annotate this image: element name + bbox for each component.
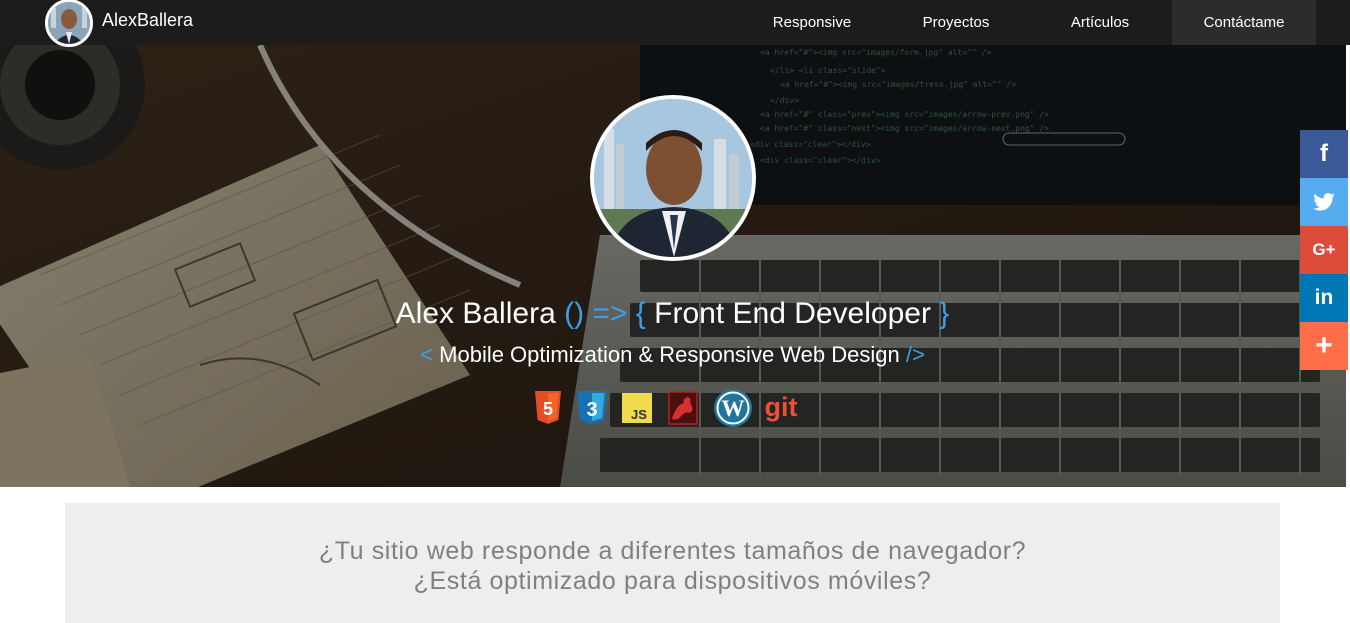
wordpress-icon: W bbox=[712, 388, 754, 428]
facebook-icon: f bbox=[1320, 140, 1328, 167]
css3-label: 3 bbox=[586, 399, 597, 421]
social-share-bar: f G+ in + bbox=[1300, 130, 1348, 370]
hero-arrow: () => { bbox=[555, 297, 655, 330]
javascript-icon: JS bbox=[620, 393, 654, 423]
javascript-label: JS bbox=[631, 407, 647, 422]
brand-avatar bbox=[45, 0, 93, 47]
nav-link-proyectos[interactable]: Proyectos bbox=[884, 0, 1028, 45]
more-icon: + bbox=[1315, 329, 1333, 362]
facebook-share-button[interactable]: f bbox=[1300, 130, 1348, 178]
intro-question-line-1: ¿Tu sitio web responde a diferentes tama… bbox=[318, 537, 1027, 565]
css3-icon: 3 bbox=[572, 391, 612, 425]
brand-name: AlexBallera bbox=[102, 9, 194, 30]
profile-photo-image bbox=[594, 99, 752, 257]
sass-bird-icon bbox=[666, 391, 700, 425]
git-label: git bbox=[765, 392, 798, 422]
nav-links: Responsive Proyectos Artículos Contáctam… bbox=[740, 0, 1316, 45]
intro-question-line-2: ¿Está optimizado para dispositivos móvil… bbox=[413, 567, 932, 595]
git-icon: git bbox=[760, 390, 802, 426]
hero-role: Front End Developer bbox=[654, 297, 931, 330]
twitter-share-button[interactable] bbox=[1300, 178, 1348, 226]
subtitle-text: Mobile Optimization & Responsive Web Des… bbox=[439, 342, 900, 367]
nav-link-articulos[interactable]: Artículos bbox=[1028, 0, 1172, 45]
top-navbar: AlexBallera Responsive Proyectos Artícul… bbox=[0, 0, 1350, 47]
html5-label: 5 bbox=[543, 399, 553, 419]
nav-link-responsive[interactable]: Responsive bbox=[740, 0, 884, 45]
nav-link-contactame[interactable]: Contáctame bbox=[1172, 0, 1316, 45]
subtitle-tag-open: < bbox=[420, 342, 440, 367]
linkedin-share-button[interactable]: in bbox=[1300, 274, 1348, 322]
intro-question-box: ¿Tu sitio web responde a diferentes tama… bbox=[65, 503, 1280, 623]
google-plus-icon: G+ bbox=[1312, 240, 1336, 259]
more-share-button[interactable]: + bbox=[1300, 322, 1348, 370]
subtitle-tag-close: /> bbox=[899, 342, 925, 367]
wordpress-label: W bbox=[722, 396, 745, 421]
html5-icon: 5 bbox=[530, 391, 566, 425]
twitter-icon bbox=[1313, 193, 1335, 211]
linkedin-icon: in bbox=[1314, 286, 1334, 309]
hero-brace-close: } bbox=[930, 297, 950, 330]
avatar-photo bbox=[48, 1, 90, 44]
hero-banner: <a href="#"><img src="images/form.jpg" a… bbox=[0, 45, 1350, 487]
hero-title: Alex Ballera () => { Front End Developer… bbox=[0, 297, 1345, 331]
google-plus-share-button[interactable]: G+ bbox=[1300, 226, 1348, 274]
hero-subtitle: < Mobile Optimization & Responsive Web D… bbox=[0, 342, 1345, 368]
tech-icons: 5 3 JS W git bbox=[530, 387, 802, 429]
hero-name: Alex Ballera bbox=[395, 297, 556, 330]
profile-photo bbox=[590, 95, 756, 261]
brand-link[interactable]: AlexBallera bbox=[45, 0, 194, 47]
